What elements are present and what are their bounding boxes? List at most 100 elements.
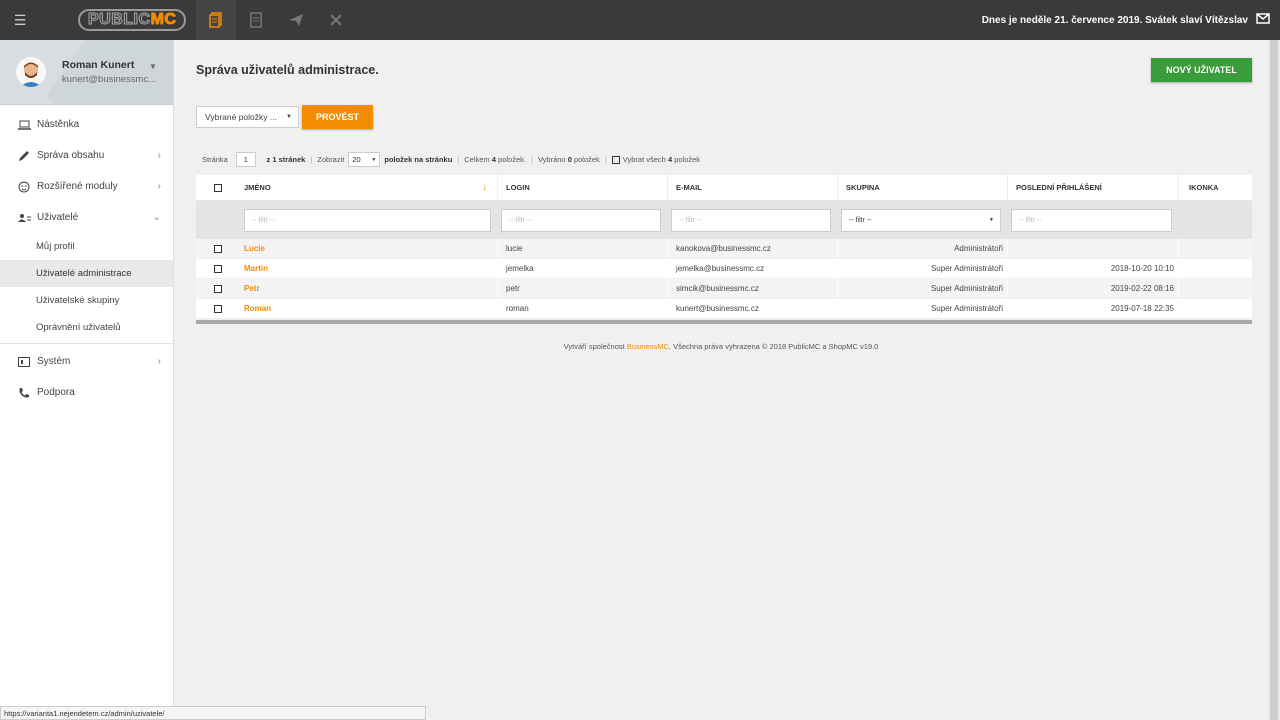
chevron-right-icon: › (157, 356, 161, 367)
email-filter-input[interactable]: -- filtr -- (671, 208, 831, 232)
logo[interactable]: PUBLIC MC (78, 9, 187, 31)
page-number-input[interactable]: 1 (235, 152, 256, 167)
sidebar-subitem-admin-users[interactable]: Uživatelé administrace (0, 260, 173, 287)
login-cell: jemelka (497, 258, 667, 279)
table-row[interactable]: Roman roman kunert@businessmc.cz Super A… (196, 298, 1252, 319)
modules-icon (17, 180, 31, 194)
per-page-value: 20 (352, 155, 361, 164)
sidebar-subitem-user-groups[interactable]: Uživatelské skupiny (0, 287, 173, 314)
table-row[interactable]: Lucie lucie kanokova@businessmc.cz Admin… (196, 238, 1252, 259)
row-checkbox[interactable] (214, 244, 222, 253)
row-checkbox[interactable] (214, 304, 222, 313)
email-cell: kanokova@businessmc.cz (667, 238, 837, 259)
table-row[interactable]: Petr petr simcik@businessmc.cz Super Adm… (196, 278, 1252, 299)
footer: Vytváří společnost BusinessMC. Všechna p… (174, 342, 1268, 351)
run-button[interactable]: PROVÉST (302, 105, 373, 129)
per-page-select[interactable]: 20 ▼ (348, 152, 381, 167)
page-scrollbar[interactable] (1268, 40, 1280, 720)
pager-of-pages: z 1 stránek (266, 155, 306, 164)
user-name: Roman Kunert (62, 59, 135, 71)
top-bar: ☰ PUBLIC MC Dnes je neděle 21. července 2… (0, 0, 1280, 40)
pager-selected-prefix: Vybráno (537, 155, 566, 164)
pager-select-all-prefix: Vybrat všech (622, 155, 666, 164)
icon-cell (1178, 258, 1252, 279)
sidebar-item-users[interactable]: Uživatelé ⌄ (0, 202, 173, 233)
login-cell: roman (497, 298, 667, 319)
column-header-last-login[interactable]: POSLEDNÍ PŘIHLÁŠENÍ (1007, 174, 1178, 201)
sidebar-subitem-permissions[interactable]: Oprávnění uživatelů (0, 314, 173, 341)
user-name-link[interactable]: Roman (244, 304, 271, 313)
pager-show-label: Zobrazit (317, 155, 345, 164)
last-login-cell: 2018-10-20 10:10 (1007, 258, 1178, 279)
user-name-link[interactable]: Petr (244, 284, 260, 293)
pager-total-suffix: položek. (498, 155, 526, 164)
icon-cell (1178, 238, 1252, 259)
group-cell: Super Administrátoři (837, 278, 1007, 299)
last-login-cell (1007, 238, 1178, 259)
group-filter-select[interactable]: -- filtr -- ▼ (841, 208, 1001, 232)
column-header-name[interactable]: JMÉNO ↓ (240, 182, 497, 192)
select-all-checkbox[interactable] (611, 155, 620, 164)
user-name-link[interactable]: Lucie (244, 244, 265, 253)
document-icon[interactable] (236, 0, 276, 40)
caret-down-icon[interactable]: ▼ (149, 62, 157, 71)
last-login-cell: 2019-02-22 08:16 (1007, 278, 1178, 299)
mail-icon[interactable] (1256, 13, 1270, 27)
header-checkbox[interactable] (214, 183, 222, 192)
column-header-group[interactable]: SKUPINA (837, 174, 1007, 201)
name-filter-input[interactable]: -- filtr -- (244, 208, 491, 232)
column-header-email[interactable]: E-MAIL (667, 174, 837, 201)
column-header-label: JMÉNO (244, 183, 271, 192)
group-cell: Super Administrátoři (837, 258, 1007, 279)
sort-arrow-icon: ↓ (482, 182, 488, 192)
sidebar-item-label: Správa obsahu (37, 150, 105, 161)
sidebar-subitem-profile[interactable]: Můj profil (0, 233, 173, 260)
pager-total-prefix: Celkem (464, 155, 490, 164)
user-panel[interactable]: Roman Kunert kunert@businessmc... ▼ (0, 40, 173, 104)
footer-brand-link[interactable]: BusinessMC (627, 342, 669, 351)
send-icon[interactable] (276, 0, 316, 40)
new-user-button[interactable]: NOVÝ UŽIVATEL (1151, 58, 1252, 82)
footer-suffix: . Všechna práva vyhrazena © 2018 PublicM… (668, 342, 879, 351)
divider (0, 343, 173, 344)
column-header-label: E-MAIL (676, 183, 702, 192)
sidebar-subitem-label: Můj profil (36, 241, 75, 252)
chevron-down-icon: ⌄ (152, 212, 161, 223)
pager-select-all-suffix: položek (674, 155, 701, 164)
menu-icon[interactable]: ☰ (0, 0, 40, 40)
login-filter-input[interactable]: -- filtr -- (501, 208, 661, 232)
icon-cell (1178, 278, 1252, 299)
chevron-right-icon: › (157, 181, 161, 192)
sidebar-item-support[interactable]: Podpora (0, 377, 173, 408)
chevron-right-icon: › (157, 150, 161, 161)
bulk-action-select[interactable]: Vybrané položky ... ▼ (196, 106, 299, 128)
pages-icon[interactable] (196, 0, 237, 40)
row-checkbox[interactable] (214, 264, 222, 273)
pager-selected-count: 0 (567, 155, 572, 164)
logo-text: PUBLIC (88, 11, 151, 29)
column-header-label: IKONKA (1189, 183, 1219, 192)
table-horizontal-scrollbar[interactable] (196, 320, 1252, 324)
sidebar-item-dashboard[interactable]: Nástěnka (0, 109, 173, 140)
user-name-link[interactable]: Martin (244, 264, 268, 273)
sidebar-item-label: Nástěnka (37, 119, 80, 130)
sidebar-item-modules[interactable]: Rozšířené moduly › (0, 171, 173, 202)
sidebar-item-content[interactable]: Správa obsahu › (0, 140, 173, 171)
table-row[interactable]: Martin jemelka jemelka@businessmc.cz Sup… (196, 258, 1252, 279)
pager-per-page-suffix: položek na stránku (384, 155, 453, 164)
scrollbar-thumb[interactable] (1270, 40, 1278, 720)
tools-icon[interactable] (316, 0, 356, 40)
pager-step-icon[interactable]: ◦ (262, 155, 265, 164)
icon-cell (1178, 298, 1252, 319)
page-title: Správa uživatelů administrace. (196, 63, 379, 77)
dropdown-arrow-icon: ▼ (371, 156, 377, 163)
main-content: Správa uživatelů administrace. NOVÝ UŽIV… (174, 40, 1268, 720)
row-checkbox[interactable] (214, 284, 222, 293)
column-header-icon[interactable]: IKONKA (1178, 174, 1252, 201)
avatar (16, 57, 46, 87)
column-header-label: SKUPINA (846, 183, 880, 192)
last-login-filter-input[interactable]: -- filtr -- (1011, 208, 1172, 232)
column-header-login[interactable]: LOGIN (497, 174, 667, 201)
sidebar-item-system[interactable]: Systém › (0, 346, 173, 377)
pager-page-label: Stránka (202, 155, 228, 164)
